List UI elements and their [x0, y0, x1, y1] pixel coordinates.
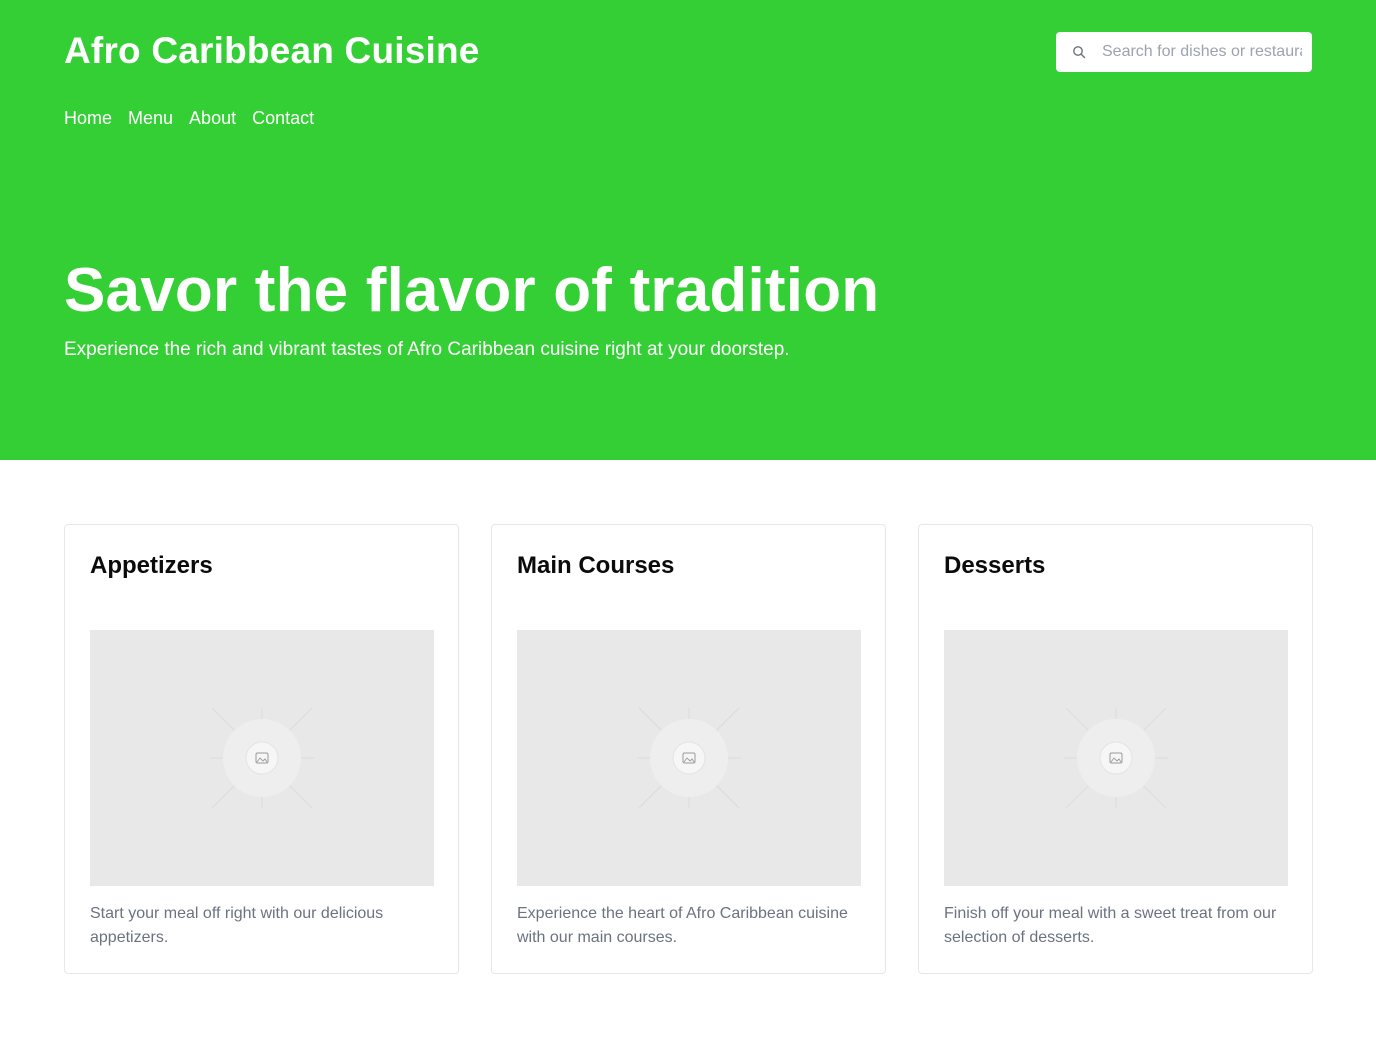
card-description: Experience the heart of Afro Caribbean c… — [517, 905, 848, 946]
card-image — [944, 630, 1288, 886]
hero-header: Afro Caribbean Cuisine Home Menu About C… — [0, 0, 1376, 460]
nav-link-contact[interactable]: Contact — [252, 106, 314, 130]
category-cards: Appetizers Start your meal off right wit… — [64, 524, 1313, 974]
hero-title: Savor the flavor of tradition — [64, 256, 880, 325]
search-input[interactable] — [1102, 43, 1302, 61]
card-description: Start your meal off right with our delic… — [90, 905, 384, 946]
card-desserts[interactable]: Desserts Finish off your meal with a swe… — [918, 524, 1313, 974]
nav-link-menu[interactable]: Menu — [128, 106, 173, 130]
card-description: Finish off your meal with a sweet treat … — [944, 905, 1277, 946]
nav-link-home[interactable]: Home — [64, 106, 112, 130]
brand-title[interactable]: Afro Caribbean Cuisine — [64, 30, 480, 72]
image-placeholder-icon — [637, 707, 741, 809]
card-appetizers[interactable]: Appetizers Start your meal off right wit… — [64, 524, 459, 974]
image-placeholder-icon — [210, 707, 314, 809]
search-box[interactable] — [1056, 32, 1312, 72]
card-main-courses[interactable]: Main Courses Experience the heart of Afr… — [491, 524, 886, 974]
main-nav: Home Menu About Contact — [64, 106, 314, 130]
image-placeholder-icon — [1064, 707, 1168, 809]
card-image — [517, 630, 861, 886]
nav-link-about[interactable]: About — [189, 106, 236, 130]
card-title: Desserts — [944, 552, 1046, 579]
card-title: Appetizers — [90, 552, 213, 579]
card-title: Main Courses — [517, 552, 675, 579]
card-image — [90, 630, 434, 886]
search-icon — [1073, 46, 1086, 59]
hero-subtitle: Experience the rich and vibrant tastes o… — [64, 339, 790, 360]
